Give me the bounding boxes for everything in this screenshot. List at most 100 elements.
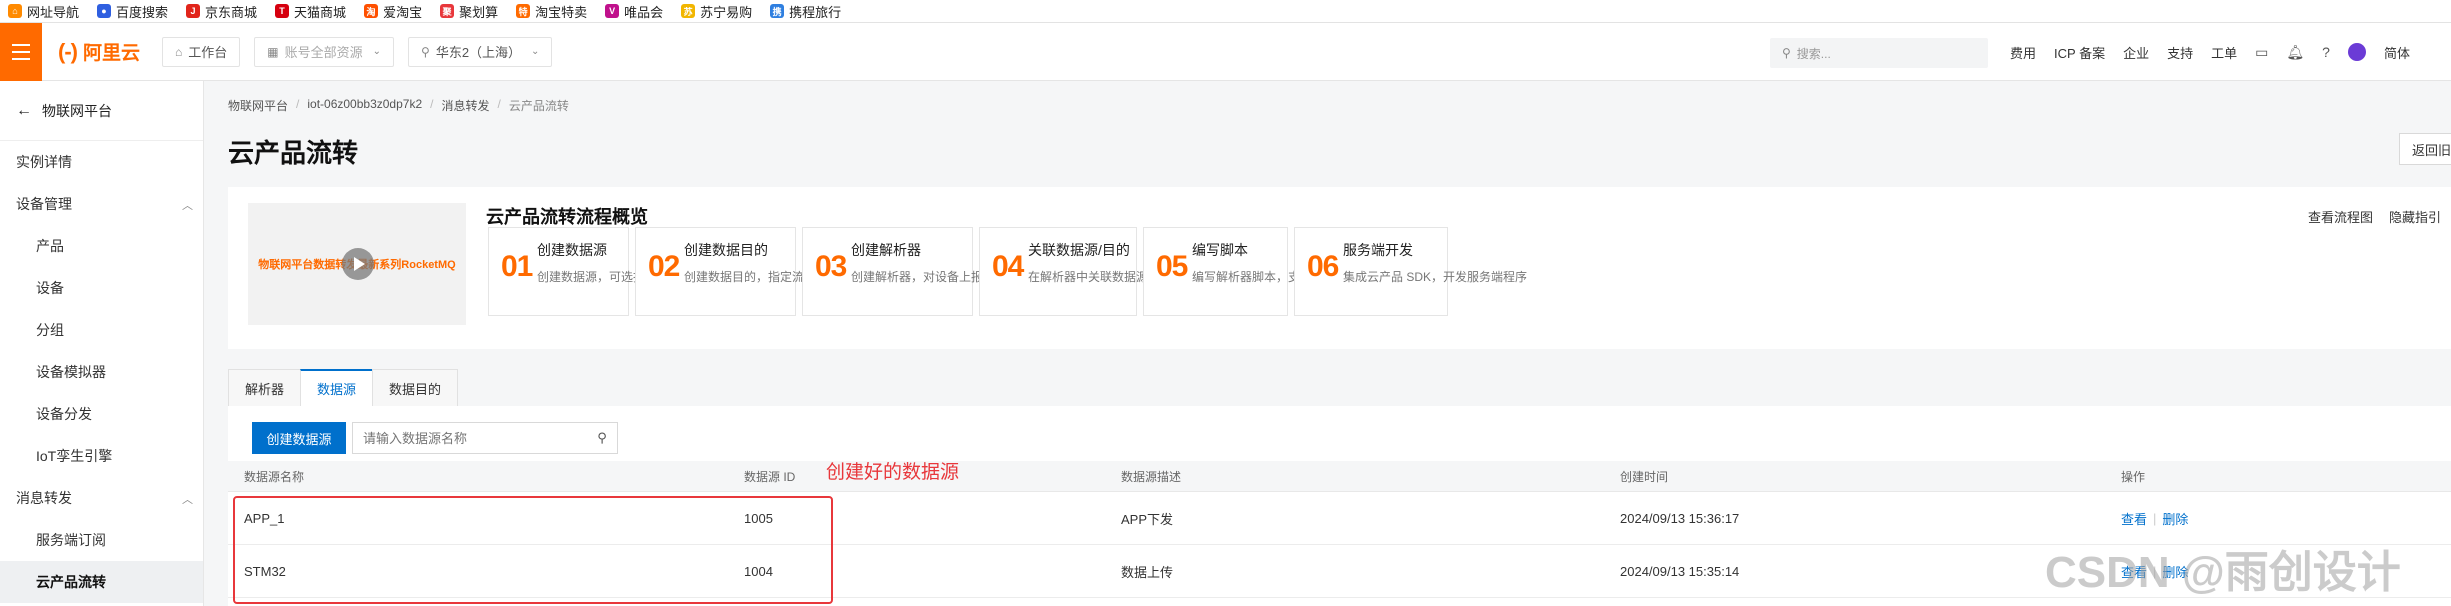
column-header-actions: 操作 bbox=[2121, 469, 2146, 484]
aliyun-logo[interactable]: (-) 阿里云 bbox=[58, 38, 140, 65]
nav-link-ticket[interactable]: 工单 bbox=[2211, 43, 2237, 62]
video-thumbnail[interactable]: 物联网平台数据转发最新系列RocketMQ bbox=[248, 203, 466, 325]
search-icon[interactable]: ⚲ bbox=[587, 430, 617, 446]
bookmark-suning[interactable]: 苏苏宁易购 bbox=[681, 2, 752, 21]
breadcrumb-separator: / bbox=[296, 97, 300, 111]
bookmark-jd[interactable]: J 京东商城 bbox=[186, 2, 257, 21]
flow-step-card: 03 创建解析器 创建解析器，对设备上报的数据进行解析 bbox=[802, 227, 1067, 316]
home-icon: ⌂ bbox=[8, 4, 22, 18]
step-title: 关联数据源/目的 bbox=[1028, 242, 1130, 258]
top-navigation: (-) 阿里云 ⌂ 工作台 ▦ 账号全部资源 ⌄ ⚲ 华东2（上海） ⌄ ⚲ 搜… bbox=[0, 22, 2451, 81]
sidebar-group-message-forwarding[interactable]: 消息转发 ︿ bbox=[0, 477, 203, 519]
sidebar-item-group[interactable]: 分组 bbox=[0, 309, 203, 351]
bell-icon[interactable]: 🔔︎ bbox=[2286, 44, 2304, 61]
sidebar-item-cloud-product-flow[interactable]: 云产品流转 bbox=[0, 561, 203, 603]
sidebar-item-device-distribution[interactable]: 设备分发 bbox=[0, 393, 203, 435]
flow-step-card: 05 编写脚本 编写解析器脚本，支持内置函数 bbox=[1143, 227, 1360, 316]
tmall-icon: T bbox=[275, 4, 290, 18]
sidebar-item-instance-details[interactable]: 实例详情 bbox=[0, 141, 203, 183]
bookmark-taobao-sale[interactable]: 特淘宝特卖 bbox=[516, 2, 587, 21]
region-dropdown[interactable]: ⚲ 华东2（上海） ⌄ bbox=[408, 36, 553, 67]
region-label: 华东2（上海） bbox=[435, 45, 522, 60]
sidebar-item-label: 设备 bbox=[36, 280, 64, 296]
sidebar-group-device-management[interactable]: 设备管理 ︿ bbox=[0, 183, 203, 225]
nav-link-support[interactable]: 支持 bbox=[2167, 43, 2193, 62]
breadcrumb-item[interactable]: 消息转发 bbox=[441, 97, 489, 114]
annotation-highlight-box bbox=[233, 496, 833, 604]
hamburger-menu-icon[interactable] bbox=[0, 22, 42, 81]
language-switch[interactable]: 简体 bbox=[2384, 43, 2410, 62]
logo-mark: (-) bbox=[58, 38, 78, 64]
data-source-search-input[interactable] bbox=[353, 423, 587, 453]
nav-link-icp[interactable]: ICP 备案 bbox=[2054, 43, 2105, 62]
sidebar: ← 物联网平台 实例详情 设备管理 ︿ 产品 设备 分组 设备模拟器 设备分发 I… bbox=[0, 81, 204, 606]
avatar[interactable] bbox=[2347, 43, 2366, 61]
account-resources-dropdown[interactable]: ▦ 账号全部资源 ⌄ bbox=[254, 36, 395, 67]
bookmark-vip[interactable]: V 唯品会 bbox=[605, 2, 663, 21]
flow-step-card: 02 创建数据目的 创建数据目的，指定流转到的云产品 bbox=[635, 227, 876, 316]
action-separator: | bbox=[2153, 510, 2157, 526]
resources-icon: ▦ bbox=[267, 44, 279, 59]
breadcrumb-item[interactable]: iot-06z00bb3z0dp7k2 bbox=[307, 97, 422, 114]
breadcrumb-separator: / bbox=[497, 97, 501, 111]
sidebar-item-label: IoT孪生引擎 bbox=[36, 448, 113, 464]
nav-link-billing[interactable]: 费用 bbox=[2010, 43, 2036, 62]
step-title: 创建数据源 bbox=[537, 242, 607, 258]
sidebar-item-label: 云产品流转 bbox=[36, 574, 106, 590]
breadcrumb-item[interactable]: 物联网平台 bbox=[228, 97, 288, 114]
play-icon[interactable] bbox=[342, 248, 374, 280]
step-number: 03 bbox=[815, 250, 847, 283]
suning-icon: 苏 bbox=[681, 4, 696, 18]
view-link[interactable]: 查看 bbox=[2121, 509, 2147, 528]
bookmark-tmall[interactable]: T 天猫商城 bbox=[275, 2, 346, 21]
tab-parser[interactable]: 解析器 bbox=[228, 369, 302, 407]
cell-created: 2024/09/13 15:36:17 bbox=[1620, 510, 1740, 526]
view-flowchart-link[interactable]: 查看流程图 bbox=[2308, 207, 2373, 226]
sidebar-item-label: 设备分发 bbox=[36, 406, 92, 422]
location-pin-icon: ⚲ bbox=[421, 44, 430, 59]
sidebar-item-server-subscription[interactable]: 服务端订阅 bbox=[0, 519, 203, 561]
bookmark-ctrip[interactable]: 携携程旅行 bbox=[770, 2, 841, 21]
delete-link[interactable]: 删除 bbox=[2162, 509, 2188, 528]
breadcrumb-current: 云产品流转 bbox=[508, 99, 569, 113]
global-search-input[interactable]: ⚲ 搜索... bbox=[1770, 38, 1988, 68]
taobao-sale-icon: 特 bbox=[516, 4, 531, 18]
sidebar-item-label: 分组 bbox=[36, 322, 64, 338]
sidebar-item-product[interactable]: 产品 bbox=[0, 225, 203, 267]
tab-data-source[interactable]: 数据源 bbox=[300, 369, 374, 407]
taobao-icon: 淘 bbox=[364, 4, 379, 18]
bookmarks-bar: ⌂ 网址导航 ● 百度搜索 J 京东商城 T 天猫商城 淘爱淘宝 聚聚划算 特淘宝特卖 … bbox=[0, 0, 2451, 23]
bookmark-label: 淘宝特卖 bbox=[535, 4, 588, 20]
watermark: CSDN @雨创设计 bbox=[2045, 548, 2401, 597]
bookmark-juhuasuan[interactable]: 聚聚划算 bbox=[440, 2, 498, 21]
bookmark-label: 百度搜索 bbox=[116, 4, 169, 20]
tab-data-destination[interactable]: 数据目的 bbox=[372, 369, 459, 407]
table-header: 数据源名称 数据源 ID 数据源描述 创建时间 操作 bbox=[228, 461, 2451, 492]
step-title: 编写脚本 bbox=[1192, 242, 1248, 258]
sidebar-back-link[interactable]: ← 物联网平台 bbox=[0, 81, 203, 141]
bookmark-taobao[interactable]: 淘爱淘宝 bbox=[364, 2, 422, 21]
data-source-search-field: ⚲ bbox=[352, 422, 618, 454]
cell-created: 2024/09/13 15:35:14 bbox=[1620, 563, 1740, 579]
workbench-button[interactable]: ⌂ 工作台 bbox=[162, 36, 241, 67]
sidebar-item-device[interactable]: 设备 bbox=[0, 267, 203, 309]
nav-link-enterprise[interactable]: 企业 bbox=[2123, 43, 2149, 62]
back-to-old-button[interactable]: 返回旧 bbox=[2399, 133, 2451, 165]
create-data-source-button[interactable]: 创建数据源 bbox=[252, 422, 346, 454]
hide-guide-link[interactable]: 隐藏指引 bbox=[2389, 207, 2441, 226]
tab-label: 解析器 bbox=[245, 381, 285, 397]
column-header-created: 创建时间 bbox=[1620, 469, 1669, 484]
help-icon[interactable]: ? bbox=[2322, 44, 2330, 60]
bookmark-label: 聚划算 bbox=[459, 4, 499, 20]
sidebar-item-iot-twin-engine[interactable]: IoT孪生引擎 bbox=[0, 435, 203, 477]
column-header-id: 数据源 ID bbox=[744, 469, 796, 484]
bookmark-home[interactable]: ⌂ 网址导航 bbox=[8, 2, 79, 21]
column-header-name: 数据源名称 bbox=[244, 469, 305, 484]
chevron-up-icon: ︿ bbox=[182, 494, 193, 506]
vip-icon: V bbox=[605, 4, 620, 18]
terminal-icon[interactable]: ▭ bbox=[2255, 44, 2268, 61]
sidebar-item-device-simulator[interactable]: 设备模拟器 bbox=[0, 351, 203, 393]
account-resources-label: 账号全部资源 bbox=[284, 45, 363, 60]
bookmark-baidu[interactable]: ● 百度搜索 bbox=[97, 2, 168, 21]
back-to-old-label: 返回旧 bbox=[2412, 142, 2451, 158]
